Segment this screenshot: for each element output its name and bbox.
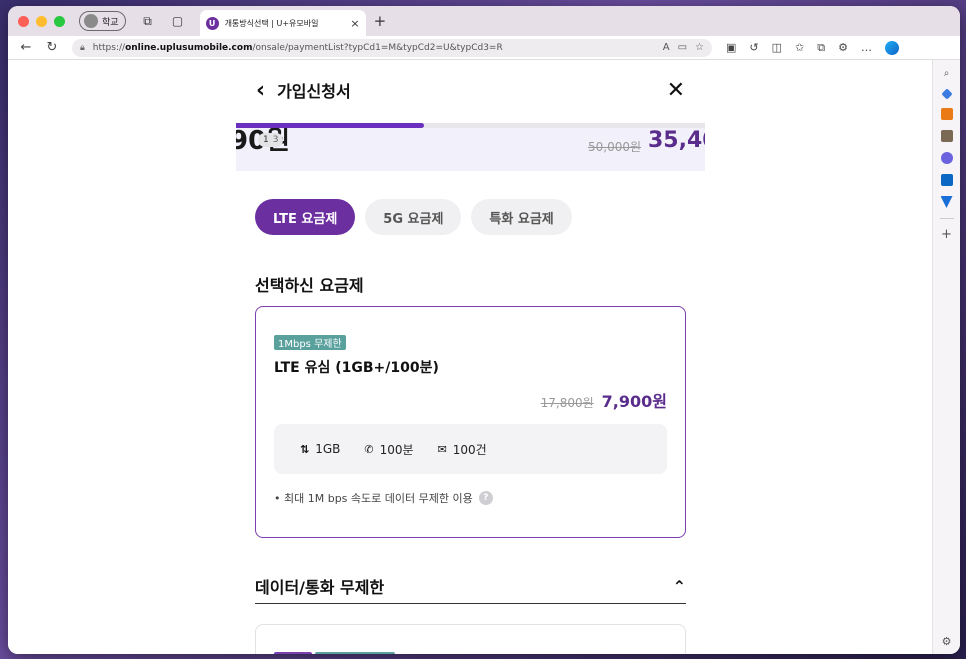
maximize-window-button[interactable] <box>54 15 65 27</box>
plan-original-price: 17,800원 <box>540 396 594 410</box>
address-bar-row: ← ↻ 🔒︎ https://online.uplusumobile.com/o… <box>8 36 960 60</box>
feature-sms: ✉ 100건 <box>437 442 487 457</box>
plan-card-next[interactable] <box>255 624 686 654</box>
feature-data: ⇅ 1GB <box>300 442 341 456</box>
close-tab-icon[interactable]: × <box>350 17 359 30</box>
plan-badge-purple <box>274 652 312 654</box>
sidebar-settings-gear-icon[interactable]: ⚙ <box>941 636 953 648</box>
extension-icon[interactable]: ▣ <box>726 41 736 54</box>
accordion-divider <box>255 603 686 604</box>
selected-plan-card[interactable]: 1Mbps 무제한 LTE 유심 (1GB+/100분) 17,800원 7,9… <box>255 306 686 538</box>
close-window-button[interactable] <box>18 15 29 27</box>
add-sidebar-app-icon[interactable]: + <box>941 228 953 241</box>
minimize-window-button[interactable] <box>36 15 47 27</box>
tab-5g[interactable]: 5G 요금제 <box>365 199 462 235</box>
tab-actions-icon[interactable]: ▢ <box>170 13 186 29</box>
favorite-star-icon[interactable]: ☆ <box>695 42 704 53</box>
url-field[interactable]: 🔒︎ https://online.uplusumobile.com/onsal… <box>72 38 712 57</box>
read-aloud-icon[interactable]: A <box>663 42 670 53</box>
plan-name: LTE 유심 (1GB+/100분) <box>274 360 439 376</box>
profile-label: 학교 <box>102 17 119 28</box>
workspaces-icon[interactable]: ⧉ <box>140 13 156 29</box>
favicon-icon: U <box>205 16 219 30</box>
favorites-icon[interactable]: ✩ <box>795 41 804 54</box>
plan-note: • 최대 1M bps 속도로 데이터 무제한 이용 ? <box>274 490 493 506</box>
plan-badge-teal <box>315 652 395 654</box>
browser-window: 학교 ⧉ ▢ U 개통방식선택 | U+유모바일 × + ← ↻ 🔒︎ http… <box>8 6 960 654</box>
plan-price: 17,800원 7,900원 <box>541 388 667 412</box>
copilot-icon[interactable] <box>884 40 899 55</box>
price-banner: 90원 1 3 50,000원 35,40 <box>236 128 705 171</box>
people-icon[interactable] <box>940 130 953 142</box>
selected-plan-heading: 선택하신 요금제 <box>255 276 364 295</box>
feature-voice: ✆ 100분 <box>364 442 414 457</box>
speed-badge: 1Mbps 무제한 <box>274 335 346 350</box>
plan-type-tabs: LTE 요금제 5G 요금제 특화 요금제 <box>255 199 572 235</box>
refresh-extension-icon[interactable]: ↺ <box>749 41 758 54</box>
split-screen-icon[interactable]: ◫ <box>772 41 782 54</box>
extensions-icon[interactable]: ⚙ <box>838 41 848 54</box>
application-page: ‹ 가입신청서 ✕ 90원 1 3 50,000원 35,40 LTE 요금제 … <box>236 61 705 654</box>
page-header: ‹ 가입신청서 ✕ <box>236 61 705 119</box>
chevron-up-icon[interactable]: ⌃ <box>673 577 686 596</box>
tools-bag-icon[interactable] <box>940 108 953 120</box>
tab-special[interactable]: 특화 요금제 <box>471 199 572 235</box>
tab-strip: 학교 ⧉ ▢ U 개통방식선택 | U+유모바일 × + <box>8 6 960 36</box>
back-chevron-icon[interactable]: ‹ <box>256 78 265 103</box>
plan-sale-price: 7,900원 <box>601 392 667 411</box>
send-icon[interactable] <box>940 196 953 208</box>
more-menu-icon[interactable]: … <box>861 41 872 54</box>
banner-original-price: 50,000원 <box>588 140 642 154</box>
edge-sidebar: ⌕ + ⚙ <box>932 60 960 654</box>
data-transfer-icon: ⇅ <box>300 442 310 456</box>
url-text: https://online.uplusumobile.com/onsale/p… <box>92 42 503 53</box>
search-icon[interactable]: ⌕ <box>941 68 953 80</box>
profile-button[interactable]: 학교 <box>79 11 126 31</box>
help-icon[interactable]: ? <box>478 491 493 505</box>
accordion-title[interactable]: 데이터/통화 무제한 <box>255 574 384 598</box>
close-icon[interactable]: ✕ <box>667 78 685 103</box>
outlook-icon[interactable] <box>940 174 953 186</box>
plan-features: ⇅ 1GB ✆ 100분 ✉ 100건 <box>274 424 667 474</box>
tab-active[interactable]: U 개통방식선택 | U+유모바일 × <box>199 10 366 36</box>
banner-counter: 1 3 <box>258 133 284 147</box>
banner-sale-price: 35,40 <box>648 128 705 153</box>
avatar <box>84 14 98 28</box>
refresh-icon[interactable]: ↻ <box>44 40 60 55</box>
tab-lte[interactable]: LTE 요금제 <box>255 199 356 235</box>
shopping-tag-icon[interactable] <box>940 88 953 100</box>
mail-icon: ✉ <box>437 442 447 456</box>
phone-icon: ✆ <box>364 442 374 456</box>
window-controls <box>18 15 65 27</box>
new-tab-button[interactable]: + <box>374 12 387 30</box>
toolbar: ▣ ↺ ◫ ✩ ⧉ ⚙ … <box>726 40 899 55</box>
tab-title: 개통방식선택 | U+유모바일 <box>224 18 319 28</box>
page-viewport: ‹ 가입신청서 ✕ 90원 1 3 50,000원 35,40 LTE 요금제 … <box>8 61 932 654</box>
site-info-icon[interactable]: 🔒︎ <box>80 43 85 53</box>
collections-icon[interactable]: ⧉ <box>817 41 825 55</box>
page-title: 가입신청서 <box>277 82 351 101</box>
sidebar-divider <box>939 218 954 219</box>
copilot-sidebar-icon[interactable] <box>940 152 953 164</box>
immersive-reader-icon[interactable]: ▭ <box>678 42 687 53</box>
back-arrow-icon[interactable]: ← <box>18 40 34 55</box>
